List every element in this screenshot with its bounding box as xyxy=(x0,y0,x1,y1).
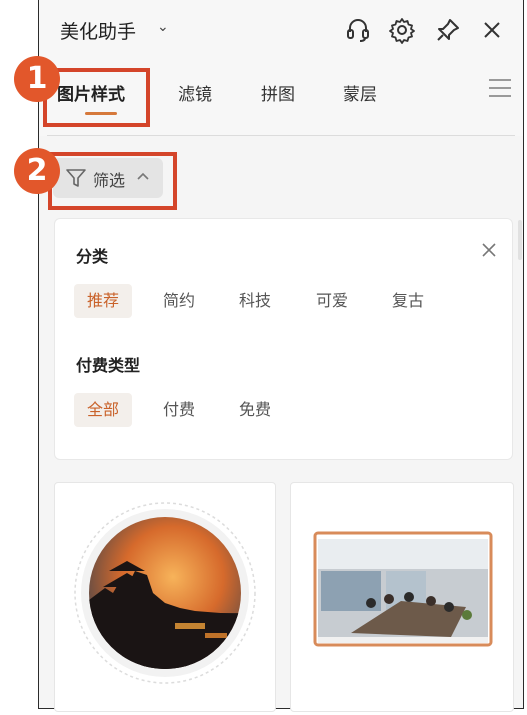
pay-option-all[interactable]: 全部 xyxy=(74,393,133,427)
annotation-marker-2: 2 xyxy=(14,148,60,194)
menu-icon[interactable] xyxy=(489,79,511,99)
pay-option-free[interactable]: 免费 xyxy=(226,393,284,427)
tab-mask[interactable]: 蒙层 xyxy=(343,80,377,105)
tabs-divider xyxy=(47,135,515,136)
category-option-retro[interactable]: 复古 xyxy=(379,284,437,318)
headset-icon[interactable] xyxy=(344,16,372,44)
category-title: 分类 xyxy=(76,247,109,266)
category-option-simple[interactable]: 简约 xyxy=(150,284,208,318)
highlight-box-filter xyxy=(48,152,177,210)
tab-collage[interactable]: 拼图 xyxy=(261,80,295,105)
pay-option-paid[interactable]: 付费 xyxy=(150,393,208,427)
meeting-room-preview-image xyxy=(313,531,493,647)
annotation-marker-1: 1 xyxy=(14,56,60,102)
pin-icon[interactable] xyxy=(434,16,462,44)
panel-header: 美化助手 ⌄ xyxy=(39,0,523,60)
close-icon[interactable] xyxy=(478,16,506,44)
style-thumbnail-circle-stamp[interactable] xyxy=(54,482,276,712)
filter-panel: 分类 推荐 简约 科技 可爱 复古 付费类型 全部 付费 免费 xyxy=(54,218,513,460)
category-option-tech[interactable]: 科技 xyxy=(226,284,284,318)
title-dropdown-icon[interactable]: ⌄ xyxy=(157,19,169,35)
pay-type-title: 付费类型 xyxy=(76,356,141,375)
panel-title: 美化助手 xyxy=(60,21,137,43)
gear-icon[interactable] xyxy=(388,16,416,44)
screenshot-root: 美化助手 ⌄ 图片样式 滤镜 拼图 蒙层 筛选 分类 推荐 简约 科技 可爱 复… xyxy=(0,0,527,712)
category-option-recommended[interactable]: 推荐 xyxy=(74,284,133,318)
circle-stamp-preview-image xyxy=(74,502,256,684)
category-option-cute[interactable]: 可爱 xyxy=(303,284,361,318)
close-filter-icon[interactable] xyxy=(482,243,496,257)
tab-filter[interactable]: 滤镜 xyxy=(178,80,212,105)
style-thumbnail-window-frame[interactable] xyxy=(290,482,514,712)
scrollbar[interactable] xyxy=(518,220,522,260)
